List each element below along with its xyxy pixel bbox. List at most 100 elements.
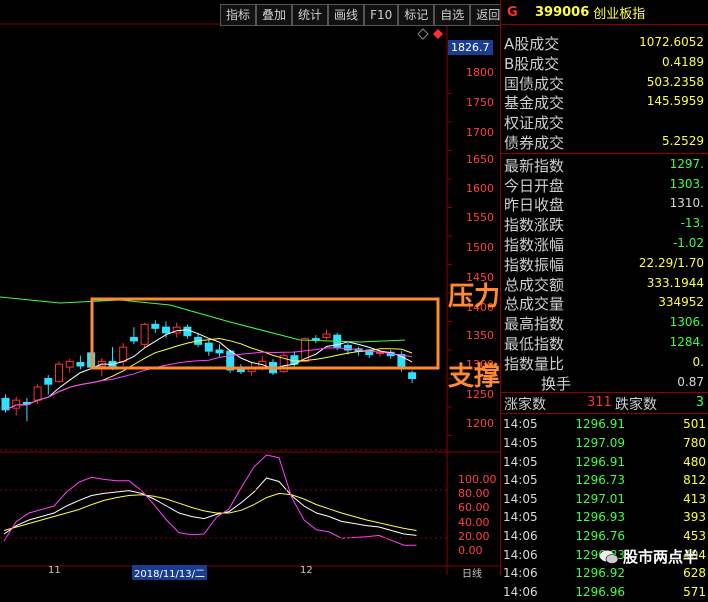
quote-row: A股成交 1072.6052 [501,33,708,53]
tick-volume: 780 [683,435,706,450]
tick-volume: 628 [683,566,706,581]
indicator-axis-label: 40.00 [458,516,490,529]
indicator-axis-label: 20.00 [458,530,490,543]
tick-volume: 571 [683,584,706,599]
candle-body [204,342,213,352]
quote-value: -13. [680,216,704,231]
indicator-button[interactable]: 指标 [220,4,257,26]
quote-value: 0.87 [677,374,704,389]
statistics-button[interactable]: 统计 [292,4,329,26]
tick-time: 14:05 [503,473,538,488]
tick-price: 1296.92 [575,566,625,581]
x-axis-date-cursor: 2018/11/13/二 [132,565,208,580]
quote-row: 最低指数 1284. [501,333,708,353]
tick-price: 1297.01 [575,491,625,506]
y-axis-label: 1500 [466,241,494,254]
quote-label: 权证成交 [504,114,565,133]
tick-time: 14:06 [503,547,538,562]
quote-header: G 399006 创业板指 [501,0,708,25]
tick-row: 14:05 1296.91 480 [501,454,708,473]
quote-value: 22.29/1.70 [638,255,704,270]
tick-price: 1296.96 [575,584,625,599]
quote-row: 国债成交 503.2358 [501,73,708,93]
y-axis-label: 1200 [466,417,494,430]
candle-body [33,386,42,401]
quote-value: 333.1944 [646,275,704,290]
candle-body [311,338,320,341]
quote-row: B股成交 0.4189 [501,53,708,73]
quote-label: 国债成交 [504,74,565,93]
decliners-value: 3 [695,395,704,411]
quote-row: 昨日收盘 1310. [501,194,708,214]
advancers-label: 涨家数 [504,397,546,414]
tick-time: 14:05 [503,454,538,469]
tick-volume: 501 [683,417,706,432]
quote-value: 0. [692,354,704,369]
kline-chart[interactable] [0,0,500,575]
tick-price: 1296.91 [575,454,625,469]
candle-body [343,344,352,351]
kline-chart-area[interactable]: 指标 叠加 统计 画线 F10 标记 自选 返回 1826.7 1800 175… [0,0,526,580]
tick-volume: 413 [683,491,706,506]
quote-label: 最新指数 [504,156,565,175]
candle-body [151,323,160,329]
current-price-tag: 1826.7 [448,40,493,55]
tick-row: 14:06 1296.96 571 [501,584,708,602]
quote-row: 指数涨幅 -1.02 [501,234,708,254]
candle-body [162,326,170,334]
tick-list[interactable]: 14:05 1296.91 501 14:05 1297.09 780 14:05 129… [501,414,708,602]
mark-button[interactable]: 标记 [398,4,435,26]
y-axis-label: 1650 [466,153,494,166]
candle-body [119,346,128,362]
indicator-axis-label: 60.00 [458,501,490,514]
quote-label: 今日开盘 [504,176,565,195]
x-axis-label: 11 [48,565,61,576]
quote-label: A股成交 [504,35,560,53]
chart-settings-icon[interactable] [417,28,443,40]
quote-value: 1303. [669,176,704,191]
tick-price: 1296.73 [575,473,625,488]
quote-value: 5.2529 [662,133,704,148]
candle-body [1,397,10,411]
candle-body [12,399,21,409]
chart-toolbar: 指标 叠加 统计 画线 F10 标记 自选 返回 [220,4,507,26]
candle-body [76,362,85,367]
period-label[interactable]: 日线 [462,565,482,580]
quote-value: 0.4189 [662,54,704,69]
y-axis-label: 1600 [466,182,494,195]
quote-panel: G 399006 创业板指 A股成交 1072.6052 B股成交 0.4189 国… [500,0,708,599]
quote-value: 145.5959 [646,94,704,109]
candle-body [140,323,149,345]
y-axis-label: 1350 [466,329,494,342]
quote-row: 权证成交 [501,112,708,132]
f10-button[interactable]: F10 [364,4,399,26]
watchlist-button[interactable]: 自选 [434,4,471,26]
quote-row: 债券成交 5.2529 [501,132,708,152]
quote-row: 指数量比 0. [501,353,708,373]
tick-price: 1296.76 [575,528,625,543]
quote-label: 换手 [541,374,572,393]
quote-value: 1284. [669,334,704,349]
quote-value: 503.2358 [646,74,704,89]
quote-label: 债券成交 [504,133,565,152]
tick-volume: 812 [683,473,706,488]
indicator-axis-label: 80.00 [458,487,490,500]
quote-label: 基金成交 [504,94,565,113]
quote-label: 总成交量 [504,295,565,314]
decliners-label: 跌家数 [615,397,657,414]
quote-label: 总成交额 [504,275,565,294]
overlay-button[interactable]: 叠加 [256,4,293,26]
candle-body [215,349,224,354]
index-code: 399006 [535,4,590,20]
quote-value: 334952 [658,295,704,310]
tick-time: 14:05 [503,510,538,525]
tick-row: 14:05 1296.73 812 [501,472,708,491]
tick-row: 14:05 1296.93 393 [501,509,708,528]
quote-label: 指数量比 [504,354,565,373]
tick-price: 1296.93 [575,510,625,525]
advance-decline-row: 涨家数 311 跌家数 3 [501,392,708,415]
wechat-icon [599,549,619,565]
quote-label: 最高指数 [504,315,565,334]
draw-line-button[interactable]: 画线 [328,4,365,26]
quote-value: 1310. [669,196,704,211]
